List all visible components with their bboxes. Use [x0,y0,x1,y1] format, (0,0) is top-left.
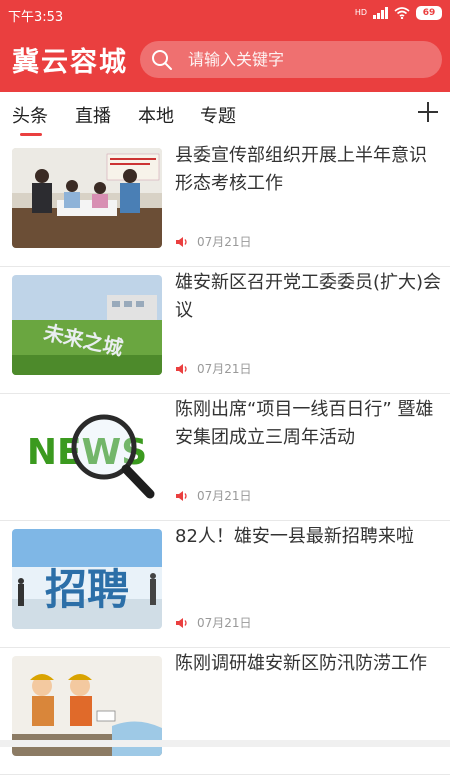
tab-live[interactable]: 直播 [75,102,111,128]
news-title[interactable]: 陈刚出席“项目一线百日行” 暨雄安集团成立三周年活动 [175,396,443,452]
news-thumbnail: NEWS [12,402,162,502]
bottom-edge [0,740,450,747]
news-item[interactable]: 未来之城 雄安新区召开党工委委员(扩大)会议 07月21日 [0,267,450,394]
news-date: 07月21日 [197,616,252,630]
network-type-label: HD [354,8,367,17]
news-date: 07月21日 [197,362,252,376]
speaker-icon[interactable] [175,490,189,502]
news-title[interactable]: 82人！雄安一县最新招聘来啦 [175,523,443,551]
news-thumbnail: 未来之城 [12,275,162,375]
tab-headlines[interactable]: 头条 [12,102,48,128]
news-item[interactable]: 招聘 82人！雄安一县最新招聘来啦 07月21日 [0,521,450,648]
status-time: 下午3:53 [8,10,64,25]
news-title[interactable]: 雄安新区召开党工委委员(扩大)会议 [175,269,443,325]
news-meta: 07月21日 [175,487,252,504]
news-list: 县委宣传部组织开展上半年意识形态考核工作 07月21日 未来之城 雄安新区召开党… [0,140,450,775]
news-meta: 07月21日 [175,360,252,377]
signal-icon [373,7,388,19]
news-item[interactable]: 县委宣传部组织开展上半年意识形态考核工作 07月21日 [0,140,450,267]
news-thumbnail [12,148,162,248]
speaker-icon[interactable] [175,363,189,375]
app-title: 冀云容城 [12,47,128,78]
speaker-icon[interactable] [175,236,189,248]
tab-local[interactable]: 本地 [138,102,174,128]
app-header: 下午3:53 HD 69 冀云容城 [0,0,450,92]
wifi-icon [394,7,410,19]
news-thumbnail: 招聘 [12,529,162,629]
news-item[interactable]: 陈刚调研雄安新区防汛防涝工作 [0,648,450,775]
channel-tabs: 头条 直播 本地 专题 [0,92,450,140]
battery-icon: 69 [416,6,442,20]
battery-level: 69 [422,8,436,18]
news-title[interactable]: 县委宣传部组织开展上半年意识形态考核工作 [175,142,443,198]
recruit-graphic-text: 招聘 [45,565,129,614]
speaker-icon[interactable] [175,617,189,629]
news-meta: 07月21日 [175,233,252,250]
news-title[interactable]: 陈刚调研雄安新区防汛防涝工作 [175,650,443,678]
news-item[interactable]: NEWS 陈刚出席“项目一线百日行” 暨雄安集团成立三周年活动 07月21日 [0,394,450,521]
search-bar[interactable] [140,41,442,78]
search-icon [152,49,172,70]
news-date: 07月21日 [197,489,252,503]
news-meta: 07月21日 [175,614,252,631]
add-channel-icon[interactable] [416,100,440,124]
search-input[interactable] [186,49,430,70]
tab-topics[interactable]: 专题 [200,102,236,128]
active-tab-indicator [20,133,42,136]
news-date: 07月21日 [197,235,252,249]
status-icons: HD 69 [355,4,442,22]
